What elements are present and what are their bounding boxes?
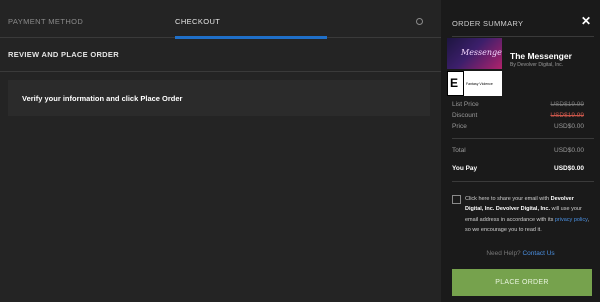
divider	[452, 138, 594, 139]
section-title: REVIEW AND PLACE ORDER	[8, 50, 119, 59]
privacy-policy-link[interactable]: privacy policy	[555, 217, 588, 223]
total-label: Total	[452, 147, 466, 154]
discount-value: USD$19.99	[550, 112, 584, 119]
checkout-main-panel: PAYMENT METHOD CHECKOUT REVIEW AND PLACE…	[0, 0, 441, 302]
esrb-rating-icon: E	[447, 71, 464, 96]
price-label: Price	[452, 123, 467, 130]
list-price-value: USD$19.99	[550, 101, 584, 108]
total-value: USD$0.00	[554, 147, 584, 154]
list-price-label: List Price	[452, 101, 479, 108]
share-email-checkbox[interactable]	[452, 195, 461, 204]
order-summary-panel: ORDER SUMMARY ✕ Messenger E Fantasy Viol…	[441, 0, 600, 302]
place-order-button[interactable]: PLACE ORDER	[452, 269, 592, 296]
active-tab-indicator	[175, 36, 327, 39]
tab-checkout[interactable]: CHECKOUT	[175, 0, 327, 38]
divider	[452, 181, 594, 182]
tab-payment-method[interactable]: PAYMENT METHOD	[8, 0, 83, 38]
order-summary-title: ORDER SUMMARY	[452, 19, 524, 28]
product-publisher: By Devolver Digital, Inc.	[510, 62, 564, 68]
need-help: Need Help? Contact Us	[486, 250, 555, 257]
share-email-consent: Click here to share your email with Devo…	[465, 196, 590, 234]
game-cover-image: Messenger	[447, 38, 502, 69]
cover-logo-text: Messenger	[461, 48, 502, 57]
you-pay-label: You Pay	[452, 165, 478, 172]
esrb-descriptor: Fantasy Violence	[464, 71, 502, 96]
loading-icon	[416, 18, 423, 25]
divider	[0, 71, 441, 72]
checkout-tabs: PAYMENT METHOD CHECKOUT	[0, 0, 441, 39]
divider	[452, 36, 594, 37]
close-icon[interactable]: ✕	[579, 14, 593, 28]
verify-text: Verify your information and click Place …	[22, 94, 183, 103]
price-value: USD$0.00	[554, 123, 584, 130]
verify-info-box: Verify your information and click Place …	[8, 80, 430, 116]
you-pay-value: USD$0.00	[554, 165, 584, 172]
discount-label: Discount	[452, 112, 478, 119]
contact-us-link[interactable]: Contact Us	[522, 250, 554, 257]
product-title: The Messenger	[510, 51, 572, 61]
